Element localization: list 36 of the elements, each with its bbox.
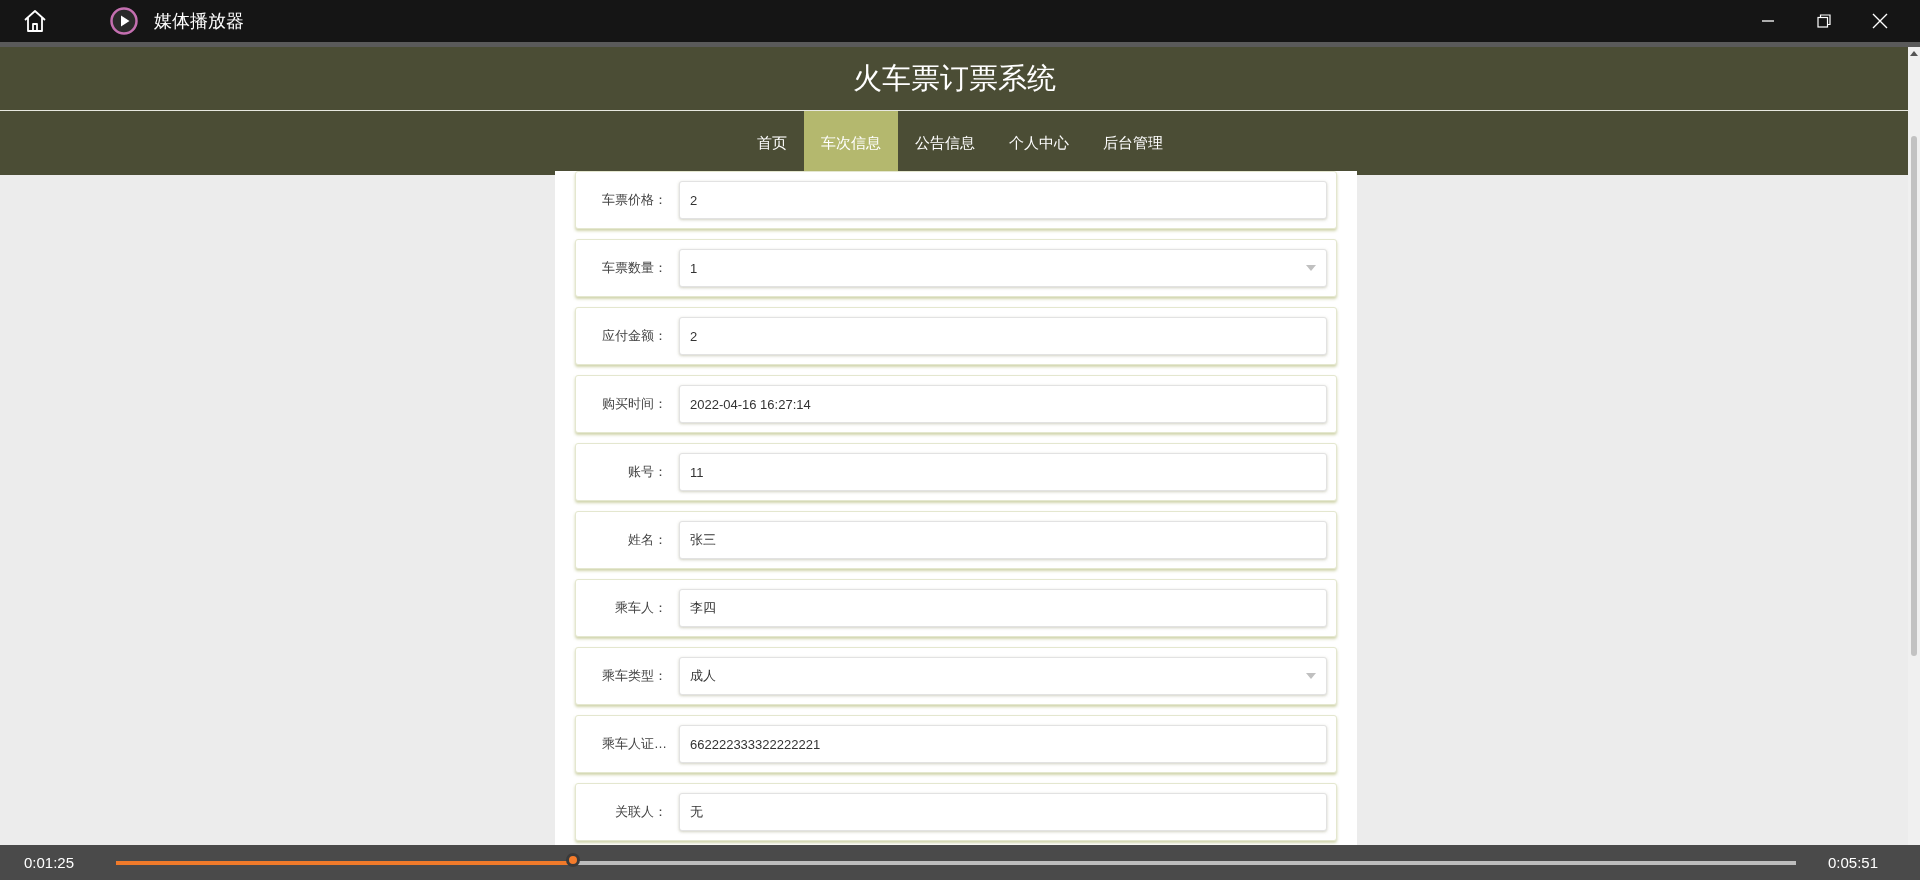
select-field[interactable]: 成人 — [679, 657, 1327, 695]
elapsed-time: 0:01:25 — [23, 854, 76, 871]
input-field[interactable]: 2022-04-16 16:27:14 — [679, 385, 1327, 423]
restore-icon[interactable] — [1817, 14, 1831, 28]
input-field[interactable]: 2 — [679, 181, 1327, 219]
seek-handle[interactable] — [566, 852, 581, 867]
input-field[interactable]: 张三 — [679, 521, 1327, 559]
nav-tab[interactable]: 后台管理 — [1086, 111, 1180, 175]
nav-tab[interactable]: 首页 — [740, 111, 804, 175]
app-title: 媒体播放器 — [154, 10, 244, 33]
field-label: 乘车人： — [614, 599, 667, 617]
input-field[interactable]: 2 — [679, 317, 1327, 355]
close-icon[interactable] — [1872, 13, 1888, 29]
field-label: 乘车类型： — [601, 667, 667, 685]
site-title: 火车票订票系统 — [852, 60, 1056, 96]
input-field[interactable]: 无 — [679, 793, 1327, 831]
caret-icon — [1306, 265, 1316, 271]
caret-icon — [1306, 673, 1316, 679]
input-field[interactable]: 11 — [679, 453, 1327, 491]
field-label: 购买时间： — [601, 395, 667, 413]
field-label: 应付金额： — [601, 327, 667, 345]
field-label: 姓名： — [627, 531, 667, 549]
field-label: 乘车人证… — [601, 735, 667, 753]
nav-tab[interactable]: 公告信息 — [898, 111, 992, 175]
home-icon[interactable] — [22, 8, 48, 34]
total-time: 0:05:51 — [1828, 854, 1880, 871]
play-icon — [110, 7, 138, 35]
field-label: 关联人： — [614, 803, 667, 821]
select-field[interactable]: 1 — [679, 249, 1327, 287]
field-label: 车票价格： — [601, 191, 667, 209]
nav-tab[interactable]: 个人中心 — [992, 111, 1086, 175]
field-label: 车票数量： — [601, 259, 667, 277]
scroll-up-icon[interactable] — [1910, 51, 1918, 56]
field-label: 账号： — [627, 463, 667, 481]
input-field[interactable]: 662222333322222221 — [679, 725, 1327, 763]
input-field[interactable]: 李四 — [679, 589, 1327, 627]
